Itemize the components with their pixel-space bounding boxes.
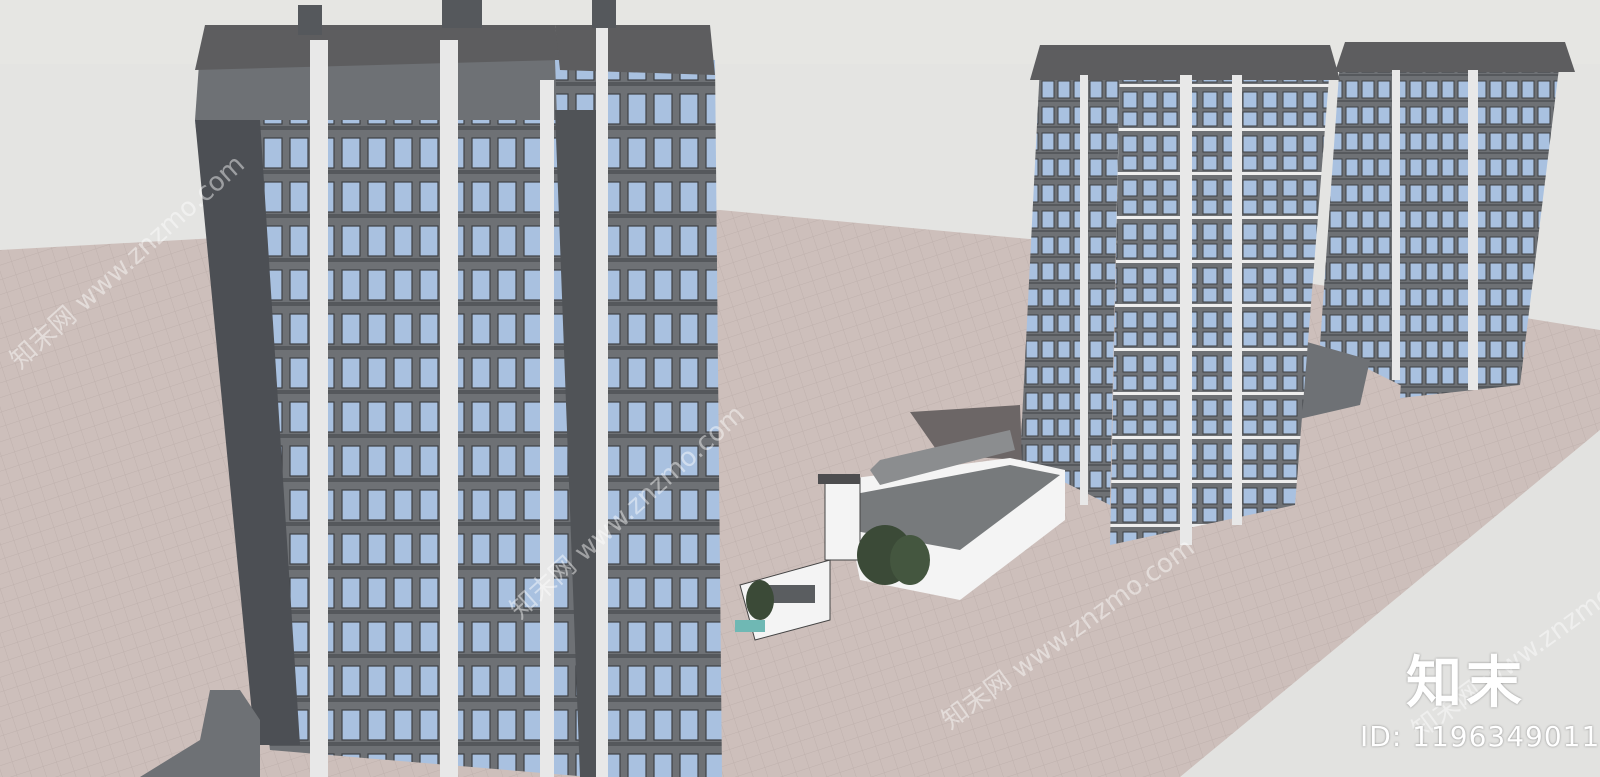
watermark-logo: 知末 — [1406, 651, 1526, 716]
tower-middle-right — [1020, 45, 1340, 545]
tower-main-left — [195, 25, 590, 777]
watermark-id: ID: 1196349011 — [1360, 720, 1600, 753]
architectural-scene: 知末网 www.znzmo.com 知末网 www.znzmo.com 知末网 … — [0, 0, 1600, 777]
